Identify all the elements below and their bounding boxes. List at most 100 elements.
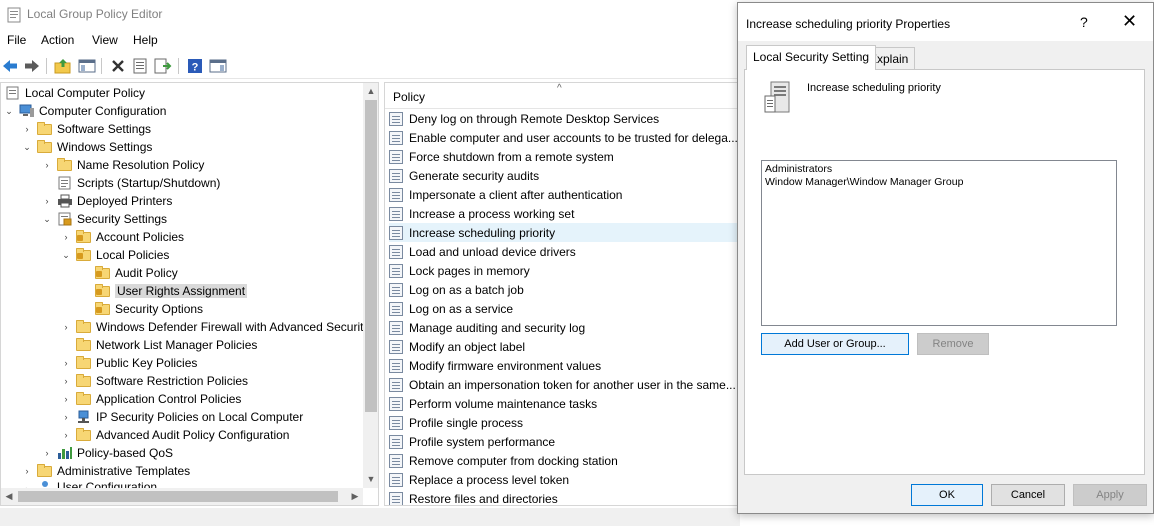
tree-item-advanced-audit-policy[interactable]: › Advanced Audit Policy Configuration [60,426,289,444]
tree-item-user-rights-assignment[interactable]: User Rights Assignment [79,282,248,300]
show-hide-tree-icon[interactable] [77,56,97,76]
menu-view[interactable]: View [92,33,118,47]
policy-row[interactable]: Log on as a batch job [389,280,739,299]
tree-item-software-settings[interactable]: › Software Settings [21,120,151,138]
policy-row[interactable]: Enable computer and user accounts to be … [389,128,739,147]
menu-action[interactable]: Action [41,33,74,47]
help-icon[interactable]: ? [1080,14,1088,30]
folder-icon [76,392,92,406]
menu-help[interactable]: Help [133,33,158,47]
chevron-right-icon[interactable]: › [60,372,72,390]
export-list-icon[interactable] [153,56,173,76]
ok-button[interactable]: OK [911,484,983,506]
folder-icon [57,158,73,172]
tree-item-local-policies[interactable]: ⌄ Local Policies [60,246,169,264]
tree-item-deployed-printers[interactable]: › Deployed Printers [41,192,173,210]
policy-row[interactable]: Profile single process [389,413,739,432]
tab-local-security-setting[interactable]: Local Security Setting [746,45,877,70]
chevron-right-icon[interactable]: › [60,354,72,372]
menu-file[interactable]: File [7,33,26,47]
tree-item-public-key-policies[interactable]: › Public Key Policies [60,354,197,372]
policy-icon [389,472,403,487]
chevron-right-icon[interactable]: › [41,156,53,174]
scroll-down-icon[interactable]: ▼ [363,471,378,487]
forward-arrow-icon[interactable] [22,56,42,76]
chevron-down-icon[interactable]: ⌄ [3,102,15,120]
tree-item-scripts[interactable]: Scripts (Startup/Shutdown) [41,174,220,192]
policy-row[interactable]: Manage auditing and security log [389,318,739,337]
chevron-right-icon[interactable]: › [21,462,33,480]
chevron-right-icon[interactable]: › [60,390,72,408]
column-header-policy[interactable]: Policy ^ [385,83,739,109]
chevron-right-icon[interactable]: › [60,318,72,336]
policy-row[interactable]: Obtain an impersonation token for anothe… [389,375,739,394]
show-hide-action-pane-icon[interactable] [208,56,228,76]
remove-button[interactable]: Remove [917,333,989,355]
chevron-down-icon[interactable]: ⌄ [21,138,33,156]
policy-row[interactable]: Replace a process level token [389,470,739,489]
tree-item-audit-policy[interactable]: Audit Policy [79,264,178,282]
cancel-button[interactable]: Cancel [991,484,1065,506]
tree-item-software-restriction-policies[interactable]: › Software Restriction Policies [60,372,248,390]
policy-row[interactable]: Lock pages in memory [389,261,739,280]
chevron-right-icon[interactable]: › [41,444,53,462]
tree-item-computer-configuration[interactable]: ⌄ Computer Configuration [3,102,166,120]
tree-item-windows-defender-firewall[interactable]: › Windows Defender Firewall with Advance… [60,318,363,336]
tree-item-policy-based-qos[interactable]: › Policy-based QoS [41,444,174,462]
tree-item-label: Windows Settings [57,140,153,154]
apply-button[interactable]: Apply [1073,484,1147,506]
chevron-down-icon[interactable]: ⌄ [41,210,53,228]
tree-item-account-policies[interactable]: › Account Policies [60,228,184,246]
delete-icon[interactable] [108,56,128,76]
chevron-right-icon[interactable]: › [60,408,72,426]
chevron-down-icon[interactable]: ⌄ [60,246,72,264]
member-item[interactable]: Administrators [765,163,832,175]
scroll-up-icon[interactable]: ▲ [363,83,378,99]
tree-item-ip-security-policies[interactable]: › IP Security Policies on Local Computer [60,408,304,426]
tree-item-local-computer-policy[interactable]: Local Computer Policy [5,84,145,102]
tree-item-windows-settings[interactable]: ⌄ Windows Settings [21,138,152,156]
tree-item-security-settings[interactable]: ⌄ Security Settings [41,210,167,228]
policy-row[interactable]: Log on as a service [389,299,739,318]
chevron-right-icon[interactable]: › [21,120,33,138]
policy-row[interactable]: Force shutdown from a remote system [389,147,739,166]
policy-row-selected[interactable]: Increase scheduling priority [389,223,739,242]
tree-horizontal-scrollbar[interactable]: ◀ ▶ [1,488,363,505]
policy-row[interactable]: Generate security audits [389,166,739,185]
policy-row[interactable]: Deny log on through Remote Desktop Servi… [389,109,739,128]
members-list[interactable]: Administrators Window Manager\Window Man… [761,160,1117,326]
tree-item-application-control-policies[interactable]: › Application Control Policies [60,390,241,408]
tree-item-network-list-manager[interactable]: Network List Manager Policies [60,336,257,354]
policy-row[interactable]: Perform volume maintenance tasks [389,394,739,413]
tree-vertical-scrollbar[interactable]: ▲ ▼ [363,83,378,488]
policy-row[interactable]: Remove computer from docking station [389,451,739,470]
policy-label: Manage auditing and security log [409,320,586,335]
scroll-right-icon[interactable]: ▶ [347,488,363,504]
tree-item-administrative-templates[interactable]: › Administrative Templates [21,462,190,480]
close-icon[interactable]: ✕ [1122,11,1137,32]
policy-row[interactable]: Modify firmware environment values [389,356,739,375]
chevron-right-icon[interactable]: › [41,192,53,210]
policy-icon [389,187,403,202]
help-icon[interactable]: ? [185,56,205,76]
policy-row[interactable]: Impersonate a client after authenticatio… [389,185,739,204]
policy-row[interactable]: Profile system performance [389,432,739,451]
scroll-left-icon[interactable]: ◀ [1,488,17,504]
tree-item-name-resolution-policy[interactable]: › Name Resolution Policy [41,156,204,174]
folder-icon [76,374,92,388]
tree-horizontal-scroll-thumb[interactable] [18,491,338,502]
member-item[interactable]: Window Manager\Window Manager Group [765,176,963,188]
policy-name: Increase scheduling priority [807,82,941,94]
add-user-or-group-button[interactable]: Add User or Group... [761,333,909,355]
up-folder-icon[interactable] [53,56,73,76]
policy-row[interactable]: Modify an object label [389,337,739,356]
properties-icon[interactable] [130,56,150,76]
tree-item-security-options[interactable]: Security Options [79,300,203,318]
policy-row[interactable]: Restore files and directories [389,489,739,505]
back-arrow-icon[interactable] [0,56,20,76]
policy-row[interactable]: Load and unload device drivers [389,242,739,261]
policy-row[interactable]: Increase a process working set [389,204,739,223]
chevron-right-icon[interactable]: › [60,426,72,444]
tree-vertical-scroll-thumb[interactable] [365,100,377,412]
chevron-right-icon[interactable]: › [60,228,72,246]
